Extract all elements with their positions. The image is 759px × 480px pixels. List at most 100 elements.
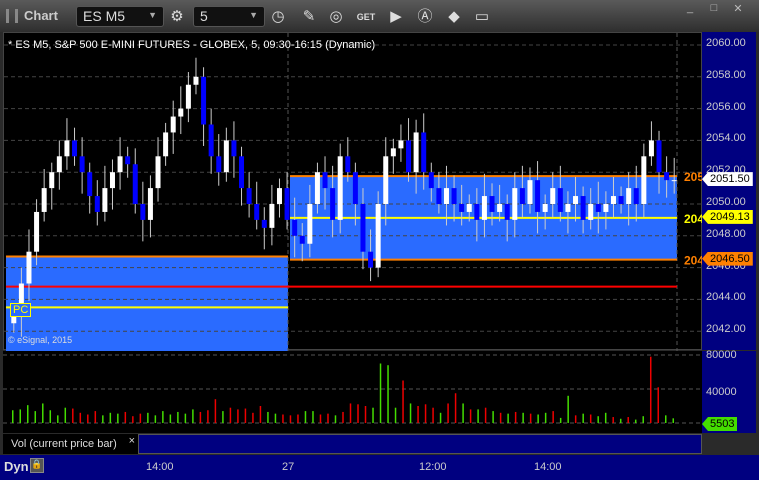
price-tick: 2042.00 — [706, 323, 746, 336]
candle — [322, 172, 328, 189]
time-label: 14:00 — [534, 461, 562, 473]
clock-icon[interactable]: ◷ — [267, 6, 289, 28]
candle — [527, 180, 533, 204]
candle — [535, 180, 541, 212]
candle — [94, 196, 100, 212]
candle — [246, 188, 252, 204]
price-tag: 2051.50 — [702, 172, 753, 187]
candle — [428, 172, 434, 189]
candle — [223, 140, 229, 173]
gear-icon[interactable]: ⚙ — [166, 6, 188, 28]
chart-line-icon[interactable]: ◎ — [325, 6, 347, 28]
pencil-icon[interactable]: ✎ — [298, 6, 320, 28]
symbol-combo[interactable]: ES M5 ▼ — [76, 6, 164, 27]
candle — [573, 196, 579, 204]
volume-axis[interactable]: 80000 40000 5503 — [702, 349, 756, 433]
candle — [87, 172, 93, 197]
pc-label: PC — [10, 303, 32, 317]
candle — [64, 140, 70, 157]
candle — [656, 140, 662, 173]
close-icon[interactable]: × — [129, 435, 135, 447]
candle — [504, 204, 510, 220]
comment-icon[interactable]: ▭ — [471, 6, 493, 28]
candle — [626, 188, 632, 204]
price-chart[interactable]: 205 204 204 * ES M5, S&P 500 E-MINI FUTURE… — [3, 32, 703, 351]
window-title: Chart — [24, 8, 58, 23]
price-tag: 2046.50 — [702, 251, 753, 266]
grip-icon[interactable] — [6, 9, 18, 23]
price-tick: 2048.00 — [706, 227, 746, 240]
alert-icon[interactable]: Ⓐ — [414, 6, 436, 28]
candle — [72, 140, 78, 157]
candle — [299, 235, 305, 244]
candle — [368, 251, 374, 268]
candle — [132, 164, 138, 204]
candle — [421, 132, 427, 173]
level-label: 204 — [684, 212, 703, 226]
candle — [49, 172, 55, 189]
price-tick: 2058.00 — [706, 68, 746, 81]
candle — [56, 156, 62, 173]
candle — [41, 188, 47, 212]
candle — [519, 188, 525, 204]
tag-icon[interactable]: ◆ — [443, 6, 465, 28]
candle — [580, 196, 586, 220]
candle — [269, 204, 275, 228]
candle — [390, 148, 396, 157]
candle — [489, 196, 495, 212]
time-axis[interactable]: Dyn 🔒 14:00 27 12:00 14:00 — [0, 455, 759, 480]
candle — [565, 204, 571, 212]
play-icon[interactable]: ▶ — [385, 6, 407, 28]
candle — [337, 156, 343, 220]
candle — [352, 172, 358, 204]
chart-header: * ES M5, S&P 500 E-MINI FUTURES - GLOBEX… — [8, 39, 376, 51]
level-label: 204 — [684, 254, 703, 268]
candle — [603, 204, 609, 212]
candle — [185, 84, 191, 109]
time-label: 14:00 — [146, 461, 174, 473]
candle — [330, 188, 336, 220]
lock-icon[interactable]: 🔒 — [30, 458, 44, 473]
candle — [102, 188, 108, 212]
candle — [671, 180, 677, 182]
legend-label: Vol (current price bar) — [11, 438, 117, 450]
candle — [292, 219, 298, 236]
candle — [109, 172, 115, 189]
candle — [588, 204, 594, 220]
candle — [451, 188, 457, 204]
candle — [443, 188, 449, 204]
candle — [231, 140, 237, 157]
minimize-button[interactable]: _ — [683, 2, 697, 14]
interval-value: 5 — [200, 8, 208, 24]
price-tick: 2054.00 — [706, 132, 746, 145]
candle — [436, 188, 442, 204]
candle — [641, 156, 647, 204]
candle — [178, 108, 184, 117]
title-bar: Chart ES M5 ▼ ⚙ 5 ▼ ◷ ✎ ◎ GET ▶ Ⓐ ◆ ▭ _ □ … — [0, 0, 759, 32]
price-tick: 2050.00 — [706, 196, 746, 208]
candle — [542, 204, 548, 212]
candle — [276, 188, 282, 204]
interval-combo[interactable]: 5 ▼ — [193, 6, 265, 27]
candle — [474, 204, 480, 220]
candle — [147, 188, 153, 220]
candle — [413, 132, 419, 173]
close-button[interactable]: ✕ — [731, 2, 745, 15]
symbol-value: ES M5 — [83, 8, 126, 24]
legend-panel — [138, 434, 702, 454]
get-icon[interactable]: GET — [355, 6, 377, 28]
candle — [557, 188, 563, 212]
candle — [125, 156, 131, 165]
candle — [648, 140, 654, 157]
maximize-button[interactable]: □ — [707, 2, 721, 14]
candle — [550, 188, 556, 204]
candle — [34, 211, 40, 252]
candle — [208, 124, 214, 157]
volume-plot — [3, 354, 702, 424]
candle — [79, 156, 85, 173]
price-axis[interactable]: 2060.00 2058.00 2056.00 2054.00 2052.00 2050.… — [702, 32, 756, 350]
candle — [261, 219, 267, 228]
volume-chart[interactable] — [3, 351, 702, 433]
volume-tag: 5503 — [702, 417, 738, 431]
vol-tick: 80000 — [706, 349, 737, 361]
